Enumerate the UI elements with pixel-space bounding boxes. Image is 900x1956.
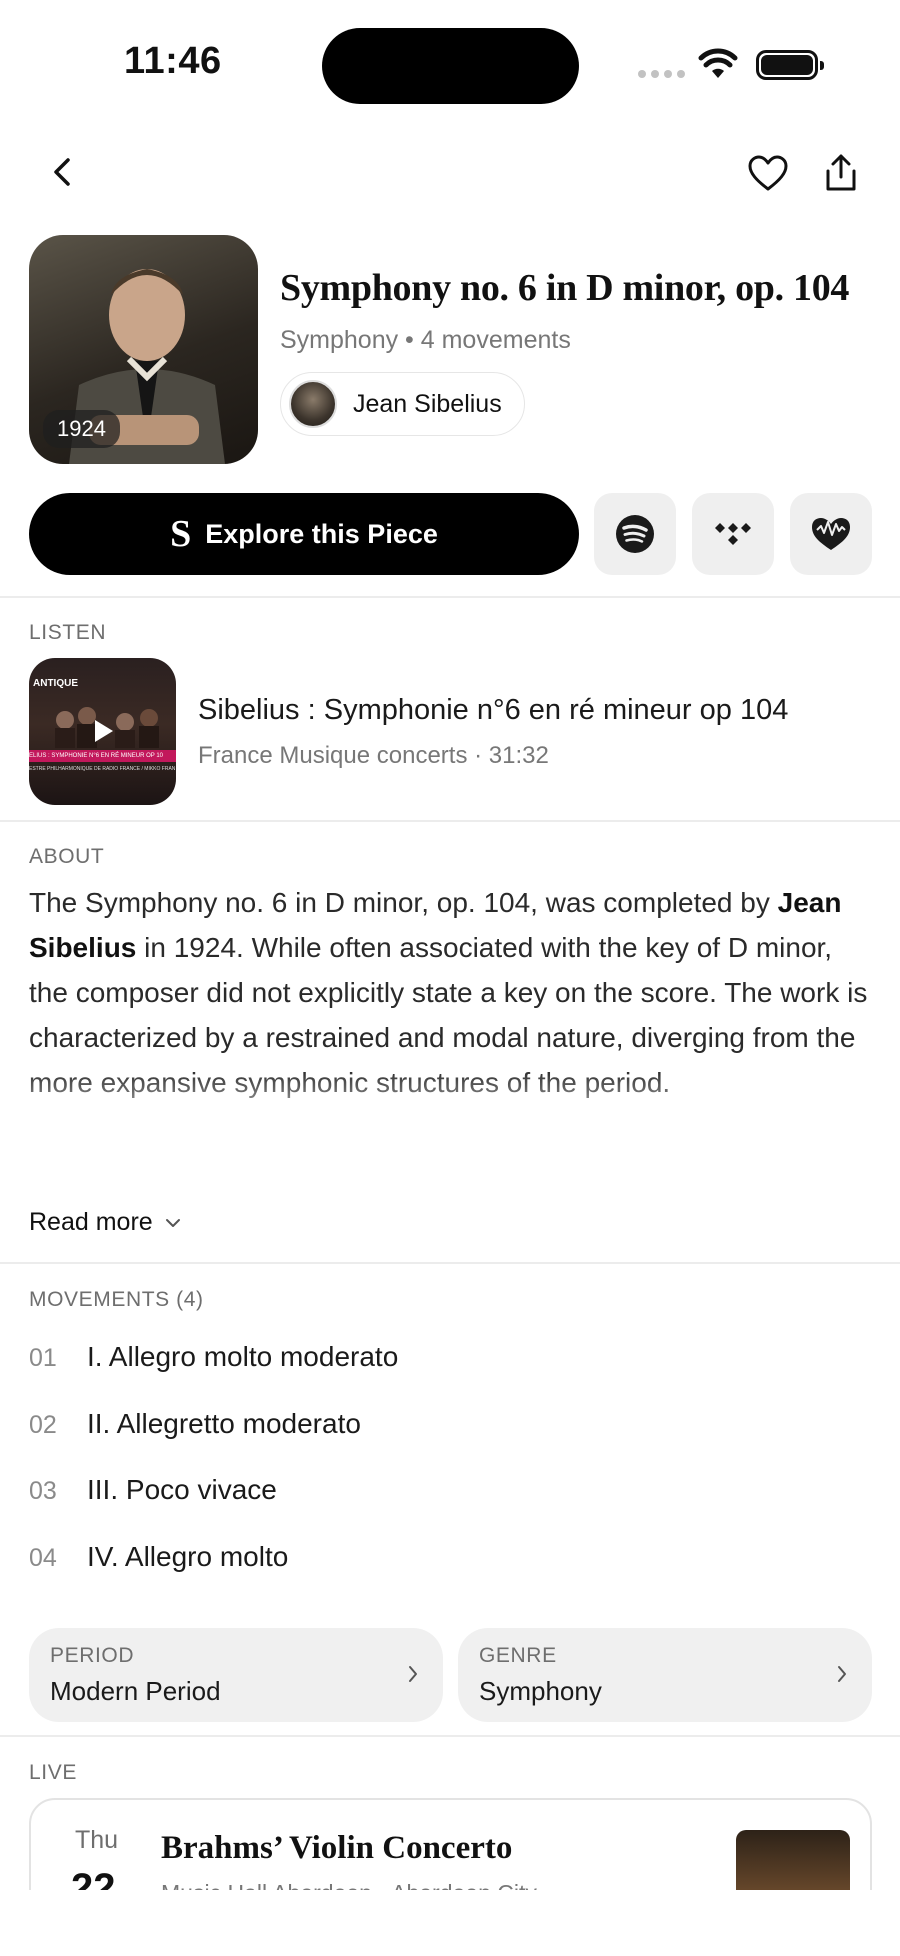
listen-section-label: LISTEN — [29, 621, 107, 644]
movement-number: 03 — [29, 1477, 57, 1505]
movement-name: IV. Allegro molto — [87, 1541, 289, 1572]
composer-avatar — [289, 380, 337, 428]
movement-name: I. Allegro molto moderato — [87, 1341, 399, 1372]
explore-piece-button[interactable]: S Explore this Piece — [29, 493, 579, 575]
dynamic-island — [322, 28, 579, 104]
genre-value: Symphony — [479, 1676, 602, 1706]
period-value: Modern Period — [50, 1676, 221, 1706]
piece-subtitle: Symphony • 4 movements — [280, 326, 571, 354]
explore-logo-icon: S — [170, 513, 192, 555]
tidal-icon — [715, 523, 751, 545]
play-icon — [95, 720, 113, 742]
composer-chip[interactable]: Jean Sibelius — [280, 372, 525, 436]
spotify-icon — [616, 515, 654, 553]
movement-number: 02 — [29, 1411, 57, 1439]
movement-item[interactable]: 01 I. Allegro molto moderato — [29, 1341, 398, 1373]
movement-name: III. Poco vivace — [87, 1474, 277, 1505]
event-title: Brahms’ Violin Concerto — [161, 1830, 513, 1866]
track-thumbnail[interactable]: ANTIQUE ELIUS : SYMPHONIE N°6 EN RÉ MINE… — [29, 658, 176, 805]
favorite-button[interactable] — [745, 150, 791, 196]
movement-item[interactable]: 03 III. Poco vivace — [29, 1474, 277, 1506]
chevron-right-icon — [409, 1666, 417, 1682]
track-title[interactable]: Sibelius : Symphonie n°6 en ré mineur op… — [198, 694, 788, 727]
period-card[interactable]: PERIOD Modern Period — [29, 1628, 443, 1722]
composer-name: Jean Sibelius — [353, 389, 502, 418]
deezer-button[interactable] — [790, 493, 872, 575]
tidal-button[interactable] — [692, 493, 774, 575]
divider — [0, 1735, 900, 1737]
movement-number: 04 — [29, 1544, 57, 1572]
battery-icon — [756, 50, 824, 80]
divider — [0, 596, 900, 598]
movement-name: II. Allegretto moderato — [87, 1408, 361, 1439]
event-day: Thu — [75, 1826, 119, 1854]
read-more-button[interactable]: Read more — [29, 1208, 181, 1237]
period-caption: PERIOD — [50, 1644, 135, 1667]
movement-number: 01 — [29, 1344, 57, 1372]
movement-item[interactable]: 02 II. Allegretto moderato — [29, 1408, 361, 1440]
movements-section-label: MOVEMENTS (4) — [29, 1288, 204, 1311]
composer-portrait-image: 1924 — [29, 235, 258, 464]
live-section-label: LIVE — [29, 1761, 77, 1784]
genre-caption: GENRE — [479, 1644, 557, 1667]
chevron-left-icon — [54, 158, 70, 186]
movement-item[interactable]: 04 IV. Allegro molto — [29, 1541, 288, 1573]
back-button[interactable] — [40, 150, 84, 194]
explore-label: Explore this Piece — [205, 518, 438, 549]
divider — [0, 1262, 900, 1264]
share-icon — [826, 154, 856, 191]
spotify-button[interactable] — [594, 493, 676, 575]
page-title: Symphony no. 6 in D minor, op. 104 — [280, 267, 850, 309]
cellular-signal-icon — [638, 70, 685, 78]
deezer-icon — [812, 518, 850, 550]
wifi-icon — [698, 48, 738, 85]
genre-card[interactable]: GENRE Symphony — [458, 1628, 872, 1722]
heart-icon — [748, 155, 788, 191]
read-more-label: Read more — [29, 1208, 153, 1236]
about-section-label: ABOUT — [29, 845, 105, 868]
scroll-mask — [0, 1890, 900, 1956]
chevron-down-icon — [165, 1218, 180, 1227]
chevron-right-icon — [838, 1666, 846, 1682]
about-fade-overlay — [0, 1070, 900, 1140]
status-bar: 11:46 — [0, 0, 900, 130]
track-meta: France Musique concerts · 31:32 — [198, 742, 549, 769]
status-time: 11:46 — [124, 40, 222, 82]
thumbnail-caption: ELIUS : SYMPHONIE N°6 EN RÉ MINEUR OP 10 — [29, 750, 176, 762]
divider — [0, 820, 900, 822]
share-button[interactable] — [818, 150, 864, 196]
about-text-part: The Symphony no. 6 in D minor, op. 104, … — [29, 887, 778, 918]
thumbnail-credit: ESTRE PHILHARMONIQUE DE RADIO FRANCE / M… — [29, 766, 176, 772]
year-badge: 1924 — [43, 410, 120, 448]
